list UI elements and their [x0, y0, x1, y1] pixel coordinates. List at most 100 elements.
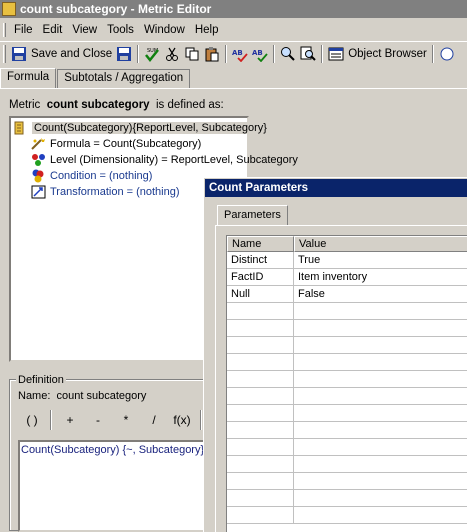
- copy-button[interactable]: [182, 44, 202, 64]
- tab-formula[interactable]: Formula: [0, 68, 57, 88]
- abc-check-icon: AB: [232, 49, 248, 62]
- toolbar: Save and Close SUM AB AB Object Browser: [0, 41, 467, 66]
- tab-divider: [0, 88, 467, 89]
- spell-options-button[interactable]: AB: [250, 44, 270, 64]
- menu-grip[interactable]: [3, 23, 6, 37]
- minus-button[interactable]: -: [84, 409, 112, 431]
- tree-formula-label: Formula = Count(Subcategory): [50, 138, 202, 150]
- metric-prefix: Metric: [9, 99, 41, 111]
- save-and-close-button[interactable]: Save and Close: [9, 44, 114, 64]
- empty-row: [227, 490, 467, 507]
- editor-tabs: Formula Subtotals / Aggregation: [0, 68, 191, 88]
- formula-expression-editor[interactable]: Count(Subcategory) {~, Subcategory}: [18, 440, 208, 532]
- magnifier-document-icon: [300, 46, 316, 61]
- parameters-grid[interactable]: Name Value Distinct True FactID Item inv…: [226, 235, 467, 532]
- paste-button[interactable]: [202, 44, 222, 64]
- paste-icon: [205, 47, 219, 62]
- metric-name: count subcategory: [46, 99, 150, 111]
- overflow-button[interactable]: [437, 44, 457, 64]
- cut-button[interactable]: [162, 44, 182, 64]
- magnifier-icon: [281, 47, 295, 61]
- dialog-title: Count Parameters: [209, 182, 309, 194]
- toolbar-grip[interactable]: [3, 45, 6, 63]
- svg-text:AB: AB: [252, 49, 263, 57]
- empty-row: [227, 405, 467, 422]
- validate-button[interactable]: SUM: [142, 44, 162, 64]
- object-browser-button[interactable]: Object Browser: [326, 44, 429, 64]
- table-row[interactable]: Null False: [227, 286, 467, 303]
- toolbar-separator: [137, 45, 140, 63]
- empty-row: [227, 388, 467, 405]
- menu-help[interactable]: Help: [190, 24, 224, 36]
- grid-header: Name Value: [227, 236, 467, 252]
- toolbar-separator: [273, 45, 276, 63]
- empty-row: [227, 507, 467, 524]
- column-header-name[interactable]: Name: [227, 236, 294, 252]
- tree-level-node[interactable]: Level (Dimensionality) = ReportLevel, Su…: [31, 152, 298, 168]
- find-button[interactable]: [278, 44, 298, 64]
- menu-window[interactable]: Window: [139, 24, 190, 36]
- param-name-cell: FactID: [227, 269, 294, 286]
- parentheses-button[interactable]: ( ): [18, 409, 46, 431]
- menu-view[interactable]: View: [67, 24, 102, 36]
- save-icon: [117, 47, 132, 61]
- spell-check-button[interactable]: AB: [230, 44, 250, 64]
- svg-text:AB: AB: [232, 49, 243, 57]
- param-value-cell[interactable]: False: [294, 286, 467, 303]
- tree-formula-node[interactable]: Formula = Count(Subcategory): [31, 136, 201, 152]
- param-value-cell[interactable]: Item inventory: [294, 269, 467, 286]
- empty-row: [227, 439, 467, 456]
- empty-row: [227, 320, 467, 337]
- plus-button[interactable]: +: [56, 409, 84, 431]
- validate-check-icon: SUM: [145, 48, 160, 62]
- formula-expression-text: Count(Subcategory) {~, Subcategory}: [21, 444, 205, 456]
- operator-toolbar: ( ) + - * / f(x): [18, 408, 206, 432]
- toolbar-separator: [321, 45, 324, 63]
- window-title-bar[interactable]: count subcategory - Metric Editor: [0, 0, 467, 18]
- param-value-cell[interactable]: True: [294, 252, 467, 269]
- tree-root-label: Count(Subcategory){ReportLevel, Subcateg…: [32, 122, 269, 134]
- find-replace-button[interactable]: [298, 44, 318, 64]
- toolbar-separator: [431, 45, 434, 63]
- divide-button[interactable]: /: [140, 409, 168, 431]
- function-button[interactable]: f(x): [168, 409, 196, 431]
- object-browser-icon: [328, 47, 344, 61]
- multiply-button[interactable]: *: [112, 409, 140, 431]
- empty-row: [227, 456, 467, 473]
- abc-options-icon: AB: [252, 49, 268, 62]
- definition-name: Name: count subcategory: [18, 390, 146, 402]
- tree-transformation-label: Transformation = (nothing): [50, 186, 180, 198]
- metric-editor-icon: [2, 2, 16, 16]
- dialog-title-bar[interactable]: Count Parameters: [205, 179, 467, 197]
- window-title: count subcategory - Metric Editor: [20, 2, 212, 16]
- copy-icon: [185, 47, 199, 61]
- empty-row: [227, 422, 467, 439]
- tree-root-node[interactable]: Count(Subcategory){ReportLevel, Subcateg…: [13, 120, 269, 136]
- condition-filter-icon: [32, 169, 44, 183]
- toolbar-separator: [225, 45, 228, 63]
- table-row[interactable]: FactID Item inventory: [227, 269, 467, 286]
- tree-condition-node[interactable]: Condition = (nothing): [31, 168, 152, 184]
- definition-name-label: Name:: [18, 390, 51, 402]
- count-parameters-dialog: Count Parameters Parameters Name Value D…: [203, 177, 467, 532]
- floppy-disk-icon: [12, 47, 26, 61]
- transformation-icon: [31, 185, 46, 199]
- save-button[interactable]: [114, 44, 134, 64]
- tree-transformation-node[interactable]: Transformation = (nothing): [31, 184, 180, 200]
- menu-tools[interactable]: Tools: [102, 24, 139, 36]
- menu-file[interactable]: File: [9, 24, 38, 36]
- menu-edit[interactable]: Edit: [38, 24, 68, 36]
- tree-level-label: Level (Dimensionality) = ReportLevel, Su…: [50, 154, 298, 166]
- scissors-icon: [166, 47, 179, 61]
- level-dimension-icon: [32, 154, 45, 166]
- column-header-value[interactable]: Value: [294, 236, 467, 252]
- tab-subtotals-aggregation[interactable]: Subtotals / Aggregation: [57, 69, 191, 88]
- operator-separator: [50, 410, 52, 430]
- help-circle-icon: [440, 47, 454, 61]
- metric-suffix: is defined as:: [155, 99, 224, 111]
- metric-icon: [14, 121, 24, 135]
- table-row[interactable]: Distinct True: [227, 252, 467, 269]
- empty-row: [227, 337, 467, 354]
- menu-bar: File Edit View Tools Window Help: [0, 21, 467, 39]
- tab-parameters[interactable]: Parameters: [217, 205, 288, 225]
